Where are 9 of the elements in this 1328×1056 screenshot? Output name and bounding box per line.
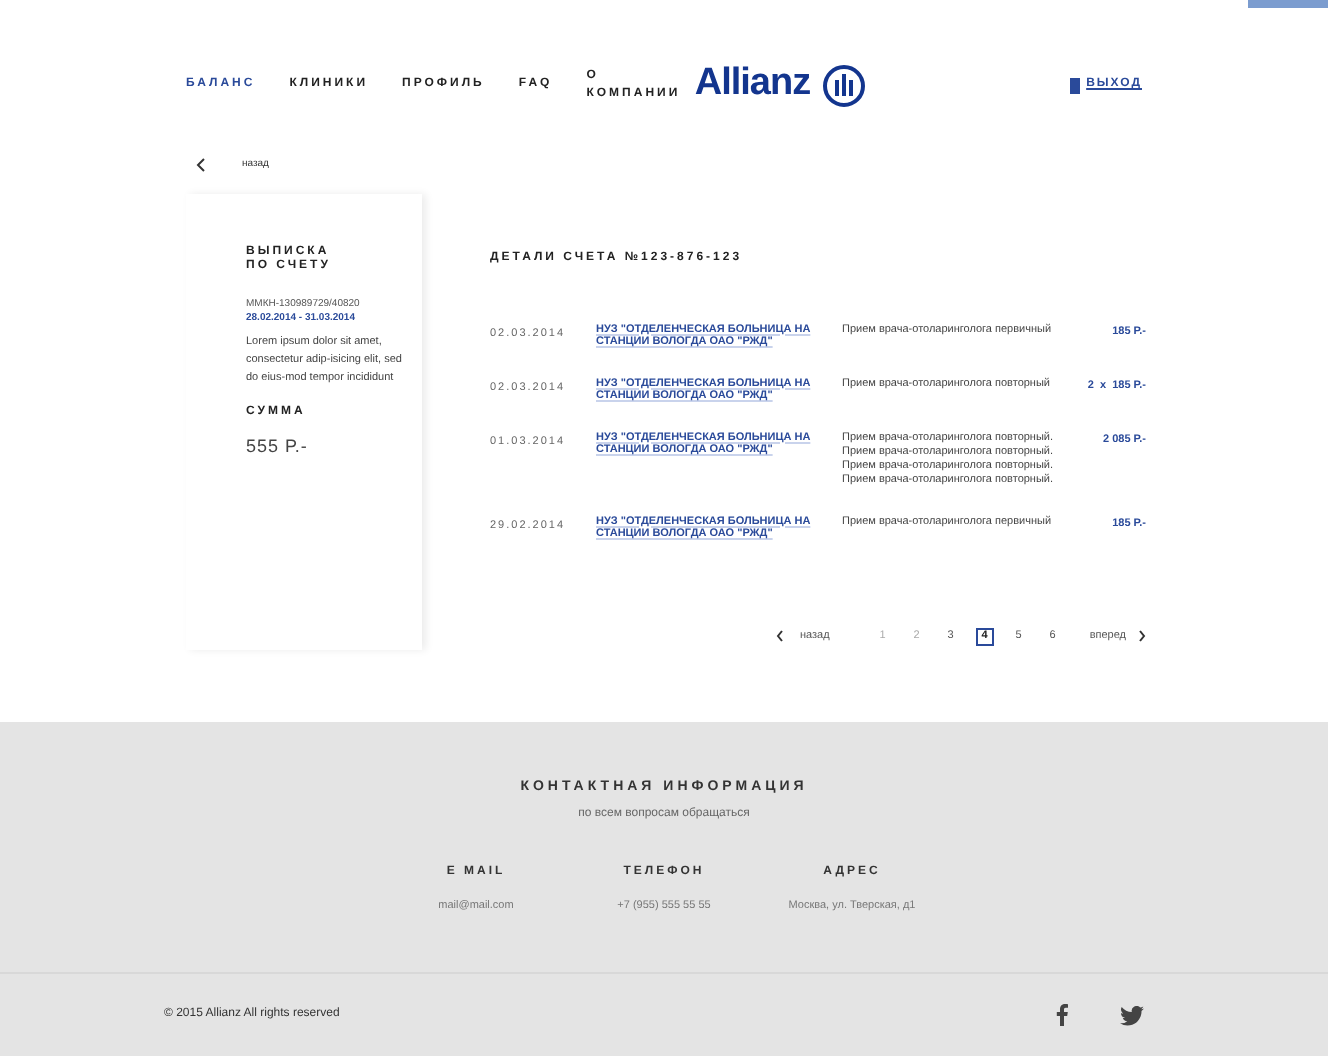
chevron-left-icon bbox=[196, 158, 206, 173]
twitter-icon[interactable] bbox=[1120, 1005, 1144, 1025]
logo-icon bbox=[822, 63, 867, 107]
door-icon bbox=[1070, 77, 1081, 93]
sum-value: 555 Р.- bbox=[246, 433, 310, 459]
facebook-icon[interactable] bbox=[1056, 1004, 1068, 1026]
logo-text: Allianz bbox=[694, 60, 811, 109]
chevron-left-icon bbox=[776, 630, 784, 642]
chevron-right-icon bbox=[1138, 630, 1146, 642]
